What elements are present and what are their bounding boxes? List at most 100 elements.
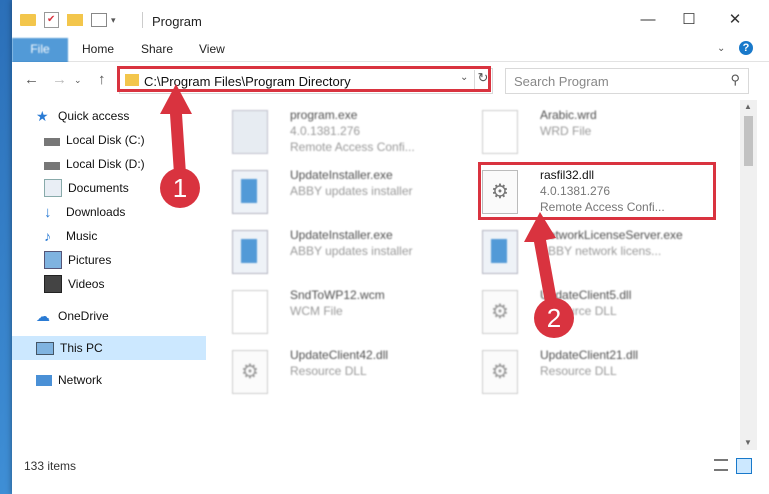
file-item[interactable]: ⚙ UpdateClient42.dll Resource DLL <box>208 344 458 400</box>
status-bar: 133 items <box>12 452 769 480</box>
sidebar-item-downloads[interactable]: ↓ Downloads 📌 <box>12 200 240 224</box>
dll-gear-icon: ⚙ <box>482 290 518 334</box>
file-item[interactable]: UpdateInstaller.exe ABBY updates install… <box>208 224 458 280</box>
file-item[interactable]: program.exe 4.0.1381.276 Remote Access C… <box>208 104 458 160</box>
new-folder-icon[interactable] <box>67 14 83 26</box>
scroll-down-icon[interactable]: ▼ <box>744 438 752 447</box>
file-version: Resource DLL <box>540 364 617 378</box>
file-name: SndToWP12.wcm <box>290 288 385 302</box>
help-icon[interactable]: ? <box>739 41 753 55</box>
dll-gear-icon: ⚙ <box>232 350 268 394</box>
file-version: Resource DLL <box>290 364 367 378</box>
sidebar-item-label: Documents <box>68 181 129 195</box>
file-name: program.exe <box>290 108 358 122</box>
file-list: program.exe 4.0.1381.276 Remote Access C… <box>208 100 740 450</box>
annotation-arrow-1 <box>160 84 192 174</box>
sidebar-item-label: Pictures <box>68 253 112 267</box>
installer-icon <box>232 170 268 214</box>
file-version: 4.0.1381.276 <box>290 124 361 138</box>
file-icon <box>232 290 268 334</box>
minimize-button[interactable]: — <box>628 8 668 32</box>
step-badge-1: 1 <box>160 168 200 208</box>
tab-home[interactable]: Home <box>82 38 114 61</box>
exe-file-icon <box>232 110 268 154</box>
large-icons-view-icon[interactable] <box>736 458 752 474</box>
sidebar-item-label: This PC <box>60 341 103 355</box>
file-name: UpdateClient42.dll <box>290 348 389 362</box>
sidebar-item-label: Network <box>58 373 103 387</box>
sidebar-item-label: Downloads <box>66 205 126 219</box>
vertical-scrollbar[interactable]: ▲ ▼ <box>740 100 757 450</box>
sidebar-item-label: Local Disk (D:) <box>66 157 145 171</box>
step-badge-2: 2 <box>534 298 574 338</box>
installer-icon <box>482 230 518 274</box>
back-arrow-icon[interactable]: ← <box>24 71 39 88</box>
file-version: ABBY updates installer <box>290 184 413 198</box>
folder-icon[interactable] <box>20 14 36 26</box>
scrollbar-thumb[interactable] <box>744 116 753 166</box>
pictures-icon <box>44 251 62 269</box>
sidebar-item-pictures[interactable]: Pictures 📌 <box>12 248 240 272</box>
window-title: Program <box>152 14 202 29</box>
file-version: WCM File <box>290 304 343 318</box>
cloud-icon: ☁ <box>36 308 50 324</box>
sidebar-item-network[interactable]: Network <box>12 368 232 392</box>
file-name: UpdateClient21.dll <box>540 348 639 362</box>
file-name: UpdateInstaller.exe <box>290 228 393 242</box>
file-icon <box>482 110 518 154</box>
sidebar-item-label: OneDrive <box>58 309 109 323</box>
file-name: Arabic.wrd <box>540 108 597 122</box>
recent-locations-chevron-icon[interactable]: ⌄ <box>74 75 82 86</box>
file-item[interactable]: ⚙ UpdateClient21.dll Resource DLL <box>458 344 708 400</box>
close-button[interactable]: ✕ <box>715 8 755 32</box>
installer-icon <box>232 230 268 274</box>
scroll-up-icon[interactable]: ▲ <box>744 102 752 111</box>
address-row: ← → ⌄ ↑ C:\Program Files\Program Directo… <box>12 62 769 98</box>
quick-access-toolbar: ✔ ▾ <box>20 10 116 30</box>
search-placeholder: Search Program <box>514 74 609 89</box>
customize-qa-chevron-icon[interactable]: ▾ <box>111 15 116 26</box>
view-options-icon[interactable] <box>91 13 107 27</box>
music-icon: ♪ <box>44 228 51 244</box>
sidebar-item-onedrive[interactable]: ☁ OneDrive <box>12 304 232 328</box>
expand-ribbon-icon[interactable]: ⌄ <box>717 43 725 54</box>
sidebar-item-label: Music <box>66 229 98 243</box>
file-item[interactable]: NetworkLicenseServer.exe ABBY network li… <box>458 224 708 280</box>
item-count: 133 items <box>24 459 77 473</box>
star-icon: ★ <box>36 108 49 124</box>
dll-gear-icon: ⚙ <box>482 350 518 394</box>
tab-view[interactable]: View <box>199 38 225 61</box>
file-description: Remote Access Confi... <box>290 140 415 154</box>
documents-icon <box>44 179 62 197</box>
computer-icon <box>36 341 54 355</box>
download-icon: ↓ <box>44 204 52 221</box>
file-version: WRD File <box>540 124 592 138</box>
tab-share[interactable]: Share <box>141 38 173 61</box>
sidebar-item-label: Quick access <box>58 109 130 123</box>
drive-icon <box>44 162 60 170</box>
file-item[interactable]: UpdateInstaller.exe ABBY updates install… <box>208 164 458 220</box>
network-icon <box>36 374 52 386</box>
sidebar-item-label: Local Disk (C:) <box>66 133 145 147</box>
explorer-window: ✔ ▾ Program — ☐ ✕ File Home Share View ⌄… <box>12 0 769 494</box>
forward-arrow-icon[interactable]: → <box>52 71 67 88</box>
sidebar-item-this-pc[interactable]: This PC <box>12 336 206 360</box>
file-item[interactable]: Arabic.wrd WRD File <box>458 104 708 160</box>
up-arrow-icon[interactable]: ↑ <box>98 71 106 88</box>
file-item[interactable]: ⚙ UpdateClient5.dll Resource DLL <box>458 284 708 340</box>
title-bar: ✔ ▾ Program — ☐ ✕ <box>12 0 769 38</box>
sidebar-item-videos[interactable]: Videos 📌 <box>12 272 240 296</box>
search-icon: ⚲ <box>730 72 740 87</box>
sidebar-item-music[interactable]: ♪ Music 📌 <box>12 224 240 248</box>
sidebar-item-label: Videos <box>68 277 105 291</box>
file-item[interactable]: SndToWP12.wcm WCM File <box>208 284 458 340</box>
search-input[interactable]: Search Program ⚲ <box>505 68 749 94</box>
videos-icon <box>44 275 62 293</box>
details-view-icon[interactable] <box>714 459 728 471</box>
file-version: ABBY updates installer <box>290 244 413 258</box>
drive-icon <box>44 138 60 146</box>
file-highlight-box <box>478 162 716 220</box>
file-name: UpdateInstaller.exe <box>290 168 393 182</box>
properties-icon[interactable]: ✔ <box>44 12 59 28</box>
maximize-button[interactable]: ☐ <box>669 8 709 32</box>
